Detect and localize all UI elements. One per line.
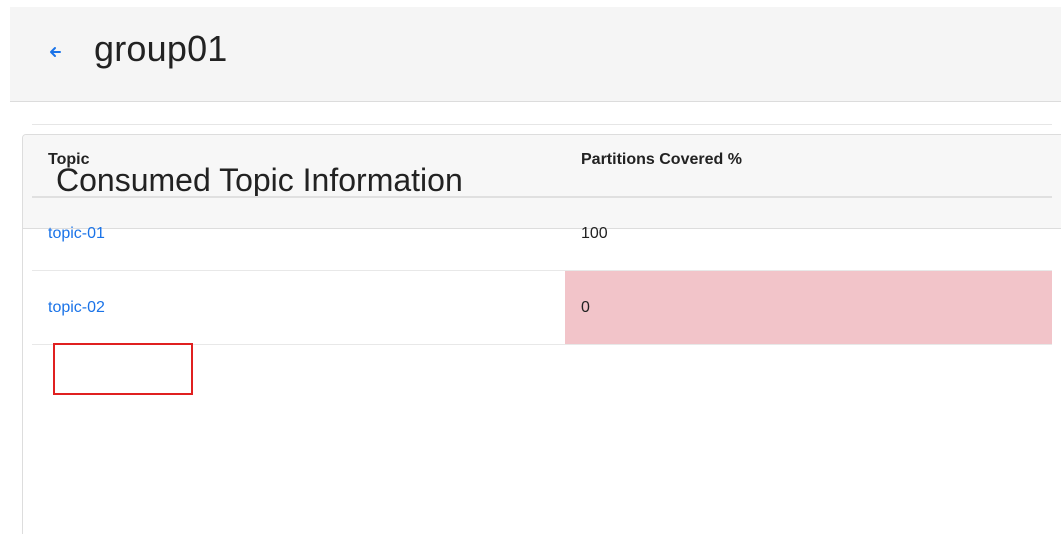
table-row: topic-01 100 <box>32 196 1052 271</box>
column-header-partitions-covered: Partitions Covered % <box>565 124 1052 198</box>
partitions-covered-cell-danger: 0 <box>565 270 1052 345</box>
topic-cell: topic-01 <box>32 196 565 271</box>
page: group01 Consumed Topic Information Topic… <box>0 0 1061 534</box>
table-header-row: Topic Partitions Covered % <box>32 124 1052 198</box>
page-header: group01 <box>10 7 1061 102</box>
back-link[interactable] <box>48 45 62 59</box>
table-row: topic-02 0 <box>32 270 1052 345</box>
partitions-covered-cell: 100 <box>565 196 1052 271</box>
topic-link[interactable]: topic-02 <box>48 299 105 317</box>
topic-link[interactable]: topic-01 <box>48 225 105 243</box>
topic-cell: topic-02 <box>32 270 565 345</box>
arrow-left-icon <box>50 47 61 57</box>
topics-table: Topic Partitions Covered % topic-01 100 … <box>32 124 1052 345</box>
page-title: group01 <box>94 28 228 69</box>
column-header-topic: Topic <box>32 124 565 198</box>
